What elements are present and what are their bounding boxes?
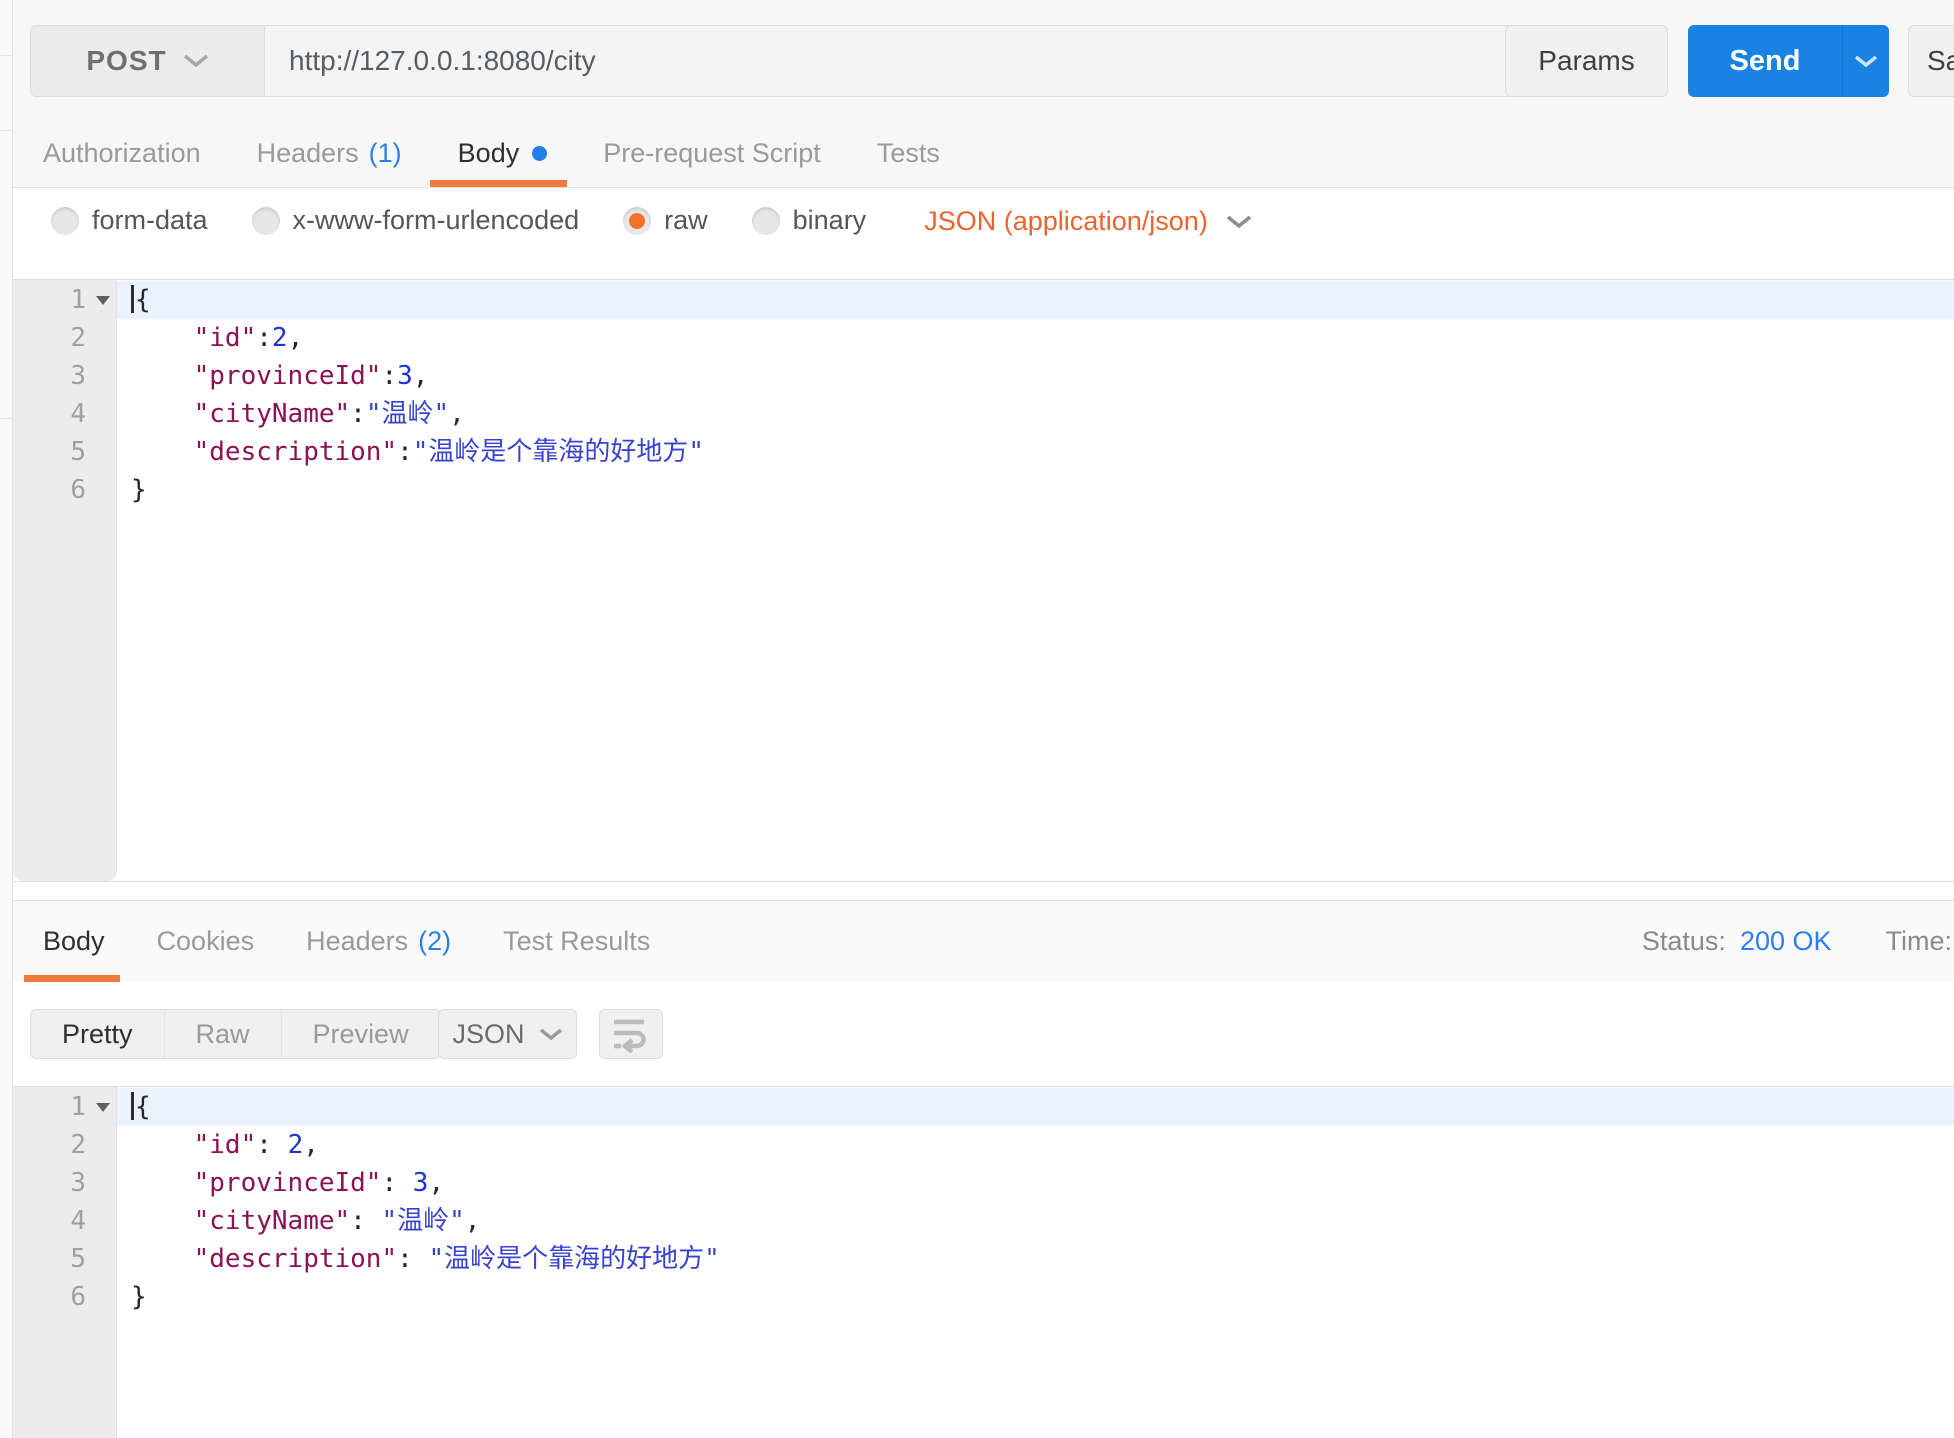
- line-number: 2: [13, 1126, 116, 1164]
- line-number: 5: [13, 433, 116, 471]
- tab-headers[interactable]: Headers(1): [257, 119, 402, 187]
- tab-response-body[interactable]: Body: [43, 901, 105, 982]
- send-button-label[interactable]: Send: [1688, 25, 1842, 97]
- mode-urlencoded[interactable]: x-www-form-urlencoded: [252, 205, 580, 236]
- code-line[interactable]: "description":"温岭是个靠海的好地方": [117, 433, 1954, 471]
- code-line[interactable]: }: [117, 1278, 1954, 1316]
- status-label: Status:: [1642, 926, 1726, 957]
- tab-tests[interactable]: Tests: [877, 119, 940, 187]
- headers-count-badge: (2): [418, 926, 451, 957]
- line-number: 1: [13, 1088, 116, 1126]
- word-wrap-icon: [610, 1015, 652, 1053]
- line-number: 6: [13, 471, 116, 509]
- chevron-down-icon: [1854, 55, 1878, 68]
- sidebar-edge-divider: [0, 130, 12, 131]
- unsaved-dot-icon: [532, 146, 547, 161]
- sidebar-edge-divider: [0, 55, 12, 56]
- view-pretty[interactable]: Pretty: [31, 1010, 165, 1058]
- line-number: 6: [13, 1278, 116, 1316]
- chevron-down-icon: [183, 54, 209, 68]
- time-label: Time:: [1886, 926, 1953, 957]
- editor-code-area[interactable]: { "id": 2, "provinceId": 3, "cityName": …: [117, 1087, 1954, 1438]
- mode-binary[interactable]: binary: [752, 205, 867, 236]
- tab-response-cookies[interactable]: Cookies: [157, 901, 255, 982]
- radio-selected-icon[interactable]: [623, 207, 651, 235]
- tab-test-results[interactable]: Test Results: [503, 901, 650, 982]
- chevron-down-icon: [1226, 215, 1252, 229]
- code-line[interactable]: "cityName": "温岭",: [117, 1202, 1954, 1240]
- headers-count-badge: (1): [369, 138, 402, 169]
- fold-arrow-icon[interactable]: [96, 1103, 110, 1112]
- response-tabs: Body Cookies Headers(2) Test Results: [43, 901, 650, 982]
- line-number: 3: [13, 1164, 116, 1202]
- request-header: POST http://127.0.0.1:8080/city Params S…: [13, 0, 1954, 188]
- editor-gutter: 123456: [13, 280, 117, 881]
- request-body-editor[interactable]: 123456 { "id":2, "provinceId":3, "cityNa…: [13, 279, 1954, 882]
- code-line[interactable]: "provinceId":3,: [117, 357, 1954, 395]
- send-button[interactable]: Send: [1688, 25, 1889, 97]
- radio-icon[interactable]: [252, 207, 280, 235]
- code-line[interactable]: "description": "温岭是个靠海的好地方": [117, 1240, 1954, 1278]
- body-mode-row: form-data x-www-form-urlencoded raw bina…: [13, 188, 1954, 279]
- line-number: 4: [13, 1202, 116, 1240]
- sidebar-edge: [0, 0, 13, 1438]
- params-button[interactable]: Params: [1505, 25, 1668, 97]
- tab-response-headers[interactable]: Headers(2): [306, 901, 451, 982]
- fold-arrow-icon[interactable]: [96, 296, 110, 305]
- code-line[interactable]: {: [117, 1088, 1954, 1126]
- url-input[interactable]: http://127.0.0.1:8080/city: [265, 26, 1512, 96]
- line-number: 1: [13, 281, 116, 319]
- view-preview[interactable]: Preview: [282, 1010, 440, 1058]
- sidebar-edge-divider: [0, 418, 12, 419]
- mode-raw[interactable]: raw: [623, 205, 708, 236]
- mode-form-data[interactable]: form-data: [51, 205, 208, 236]
- code-line[interactable]: "id":2,: [117, 319, 1954, 357]
- line-number: 3: [13, 357, 116, 395]
- text-cursor: [131, 285, 134, 313]
- tab-authorization[interactable]: Authorization: [43, 119, 201, 187]
- method-label: POST: [86, 45, 166, 77]
- line-number: 5: [13, 1240, 116, 1278]
- postman-window: POST http://127.0.0.1:8080/city Params S…: [0, 0, 1954, 1438]
- request-tabs: Authorization Headers(1) Body Pre-reques…: [30, 119, 940, 187]
- chevron-down-icon: [539, 1028, 563, 1041]
- response-status-row: Status: 200 OK Time:: [1642, 901, 1952, 982]
- code-line[interactable]: "cityName":"温岭",: [117, 395, 1954, 433]
- radio-icon[interactable]: [51, 207, 79, 235]
- method-dropdown[interactable]: POST: [31, 26, 265, 96]
- code-line[interactable]: }: [117, 471, 1954, 509]
- response-body-viewer[interactable]: 123456 { "id": 2, "provinceId": 3, "city…: [13, 1086, 1954, 1438]
- tab-pre-request-script[interactable]: Pre-request Script: [603, 119, 821, 187]
- editor-code-area[interactable]: { "id":2, "provinceId":3, "cityName":"温岭…: [117, 280, 1954, 881]
- response-view-switch: Pretty Raw Preview: [30, 1009, 441, 1059]
- code-line[interactable]: "id": 2,: [117, 1126, 1954, 1164]
- radio-icon[interactable]: [752, 207, 780, 235]
- line-number: 2: [13, 319, 116, 357]
- line-number: 4: [13, 395, 116, 433]
- save-button[interactable]: Sa: [1908, 25, 1954, 97]
- wrap-lines-button[interactable]: [599, 1009, 663, 1059]
- text-cursor: [131, 1092, 134, 1120]
- url-bar: POST http://127.0.0.1:8080/city: [30, 25, 1513, 97]
- view-raw[interactable]: Raw: [165, 1010, 282, 1058]
- send-options-caret[interactable]: [1842, 25, 1889, 97]
- status-value[interactable]: 200 OK: [1740, 926, 1832, 957]
- tab-body[interactable]: Body: [458, 119, 548, 187]
- response-toolbar: Pretty Raw Preview JSON: [13, 982, 1954, 1086]
- content-type-dropdown[interactable]: JSON (application/json): [924, 205, 1252, 237]
- code-line[interactable]: "provinceId": 3,: [117, 1164, 1954, 1202]
- editor-gutter: 123456: [13, 1087, 117, 1438]
- response-format-dropdown[interactable]: JSON: [438, 1009, 577, 1059]
- code-line[interactable]: {: [117, 281, 1954, 319]
- response-header: Body Cookies Headers(2) Test Results Sta…: [13, 901, 1954, 983]
